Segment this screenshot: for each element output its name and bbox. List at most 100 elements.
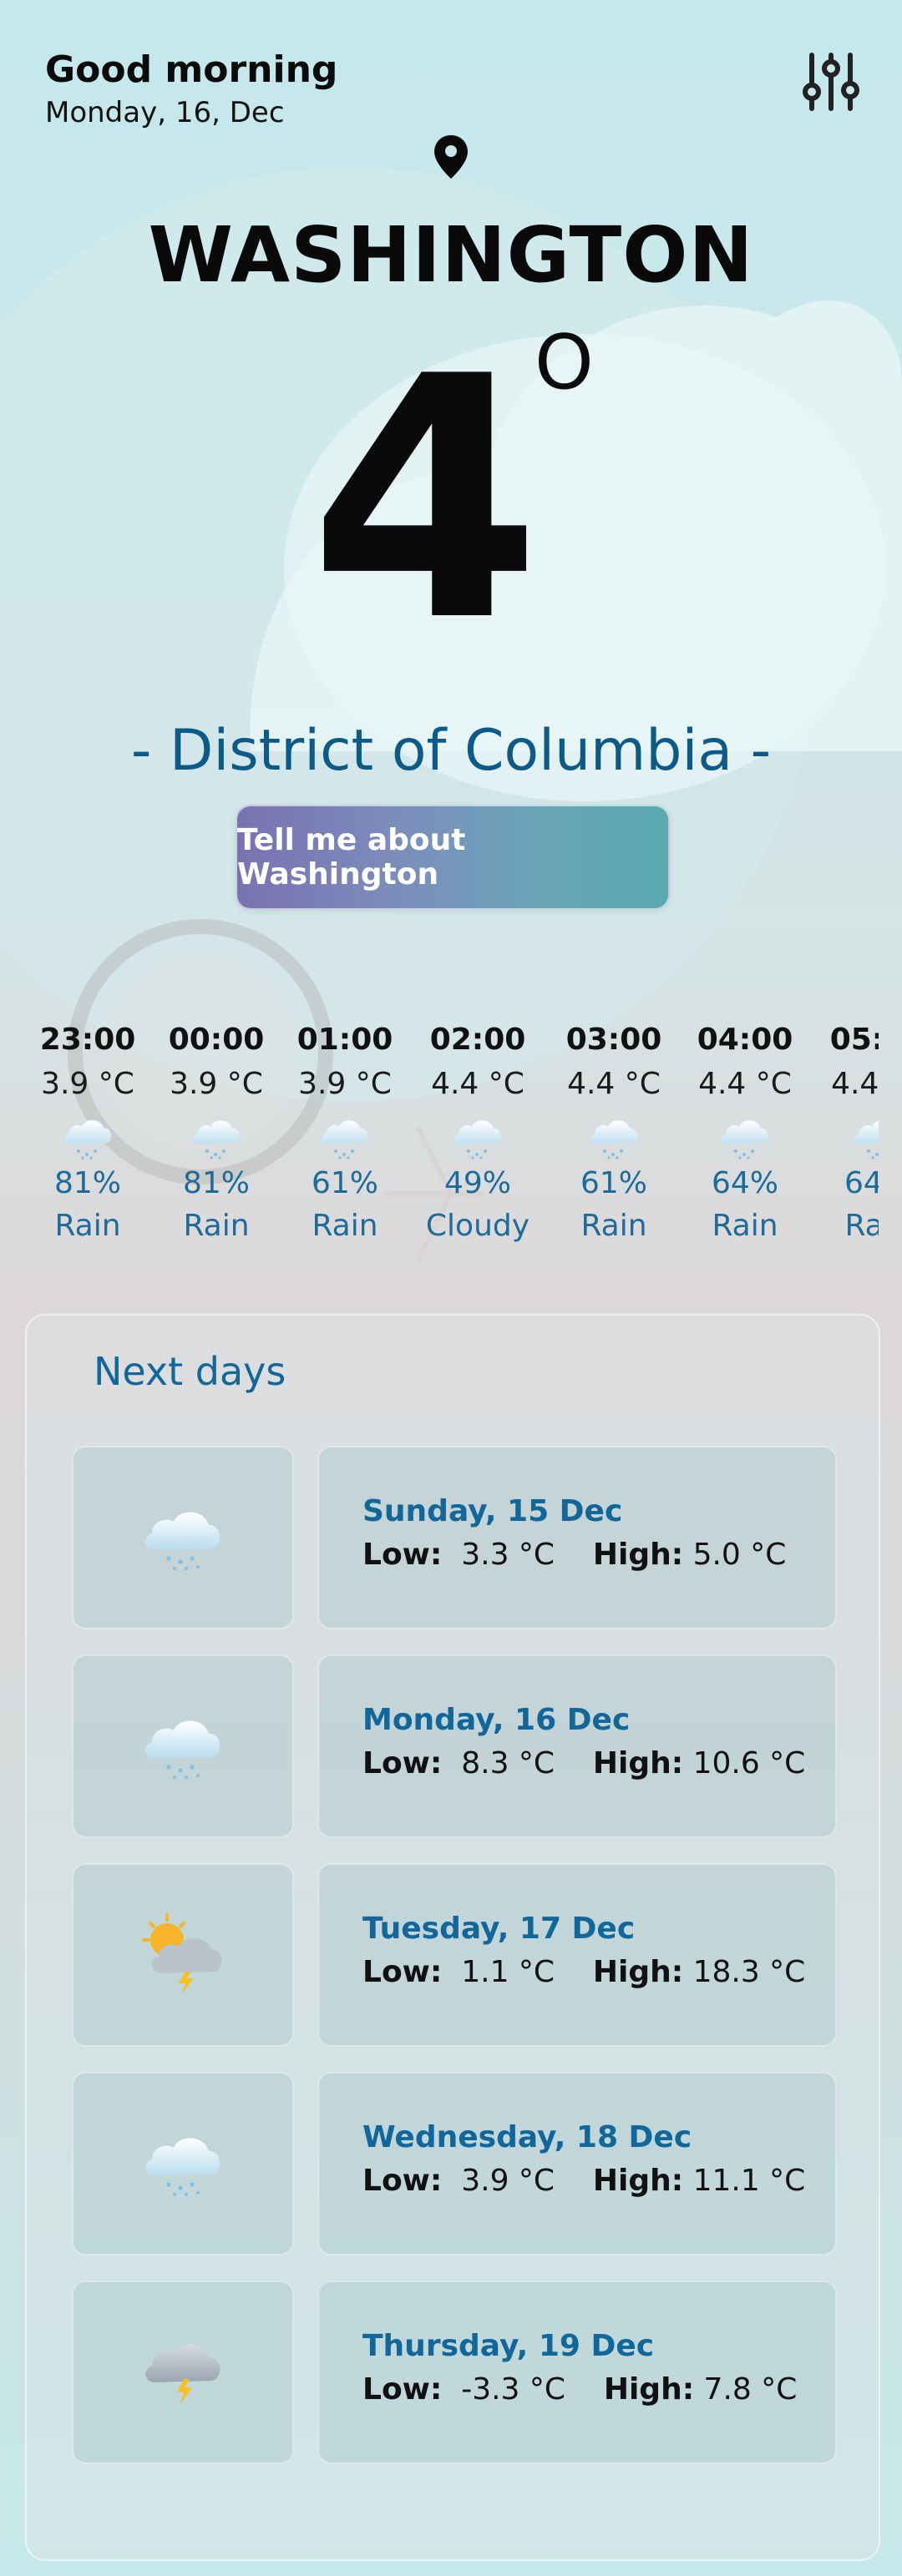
day-forecast-row[interactable]: Sunday, 15 Dec Low: 3.3 °C High: 5.0 °C <box>72 1446 837 1629</box>
city-name: WASHINGTON <box>148 210 754 300</box>
hourly-item: 04:00 4.4 °C 64% Rain <box>682 1023 808 1243</box>
day-temperatures: Low: 3.9 °C High: 11.1 °C <box>362 2164 805 2198</box>
high-value: 18.3 °C <box>692 1955 806 1989</box>
current-date: Monday, 16, Dec <box>45 96 285 129</box>
day-temperatures: Low: -3.3 °C High: 7.8 °C <box>362 2372 797 2407</box>
hourly-item: 23:00 3.9 °C 81% Rain <box>25 1023 150 1243</box>
low-label: Low: <box>362 1746 443 1780</box>
day-info-card: Tuesday, 17 Dec Low: 1.1 °C High: 18.3 °C <box>317 1863 837 2047</box>
high-value: 11.1 °C <box>692 2164 806 2198</box>
day-info-card: Wednesday, 18 Dec Low: 3.9 °C High: 11.1 … <box>317 2072 837 2255</box>
day-info-card: Monday, 16 Dec Low: 8.3 °C High: 10.6 °C <box>317 1654 837 1838</box>
thunder-cloud-icon <box>137 2329 229 2416</box>
high-label: High: <box>592 2164 684 2198</box>
hour-precipitation-chance: 64% <box>711 1166 778 1200</box>
day-name: Wednesday, 18 Dec <box>362 2120 692 2154</box>
low-label: Low: <box>362 1955 443 1989</box>
high-label: High: <box>592 1955 684 1989</box>
hour-time: 23:00 <box>39 1023 136 1057</box>
high-label: High: <box>603 2372 695 2407</box>
hour-temperature: 3.9 °C <box>298 1067 392 1101</box>
hourly-item: 00:00 3.9 °C 81% Rain <box>154 1023 279 1243</box>
hour-temperature: 3.9 °C <box>41 1067 134 1101</box>
low-value: 3.9 °C <box>461 2164 555 2198</box>
settings-sliders-button[interactable] <box>802 50 860 114</box>
day-forecast-row[interactable]: Thursday, 19 Dec Low: -3.3 °C High: 7.8 °… <box>72 2281 837 2464</box>
hour-condition: Rain <box>712 1209 778 1243</box>
hour-condition: Rain <box>183 1209 250 1243</box>
hourly-item: 03:00 4.4 °C 61% Rain <box>551 1023 676 1243</box>
hour-temperature: 4.4 °C <box>567 1067 661 1101</box>
hour-condition: Rain <box>54 1209 121 1243</box>
low-label: Low: <box>362 1538 443 1572</box>
next-days-title: Next days <box>94 1349 286 1394</box>
current-temperature: 4 <box>309 306 542 695</box>
day-icon-card <box>72 2072 294 2255</box>
rain-cloud-icon <box>58 1111 117 1161</box>
greeting-text: Good morning <box>45 48 338 91</box>
low-label: Low: <box>362 2164 443 2198</box>
hourly-item: 01:00 3.9 °C 61% Rain <box>282 1023 408 1243</box>
rain-cloud-icon <box>137 1707 229 1786</box>
day-icon-card <box>72 1863 294 2047</box>
high-value: 7.8 °C <box>703 2372 798 2407</box>
hour-time: 05:00 <box>829 1023 879 1057</box>
hour-time: 04:00 <box>697 1023 793 1057</box>
day-icon-card <box>72 2281 294 2464</box>
degree-symbol: O <box>535 319 594 407</box>
rain-cloud-icon <box>585 1111 643 1161</box>
day-icon-card <box>72 1446 294 1629</box>
day-forecast-row[interactable]: Wednesday, 18 Dec Low: 3.9 °C High: 11.1 … <box>72 2072 837 2255</box>
day-name: Sunday, 15 Dec <box>362 1494 623 1528</box>
hour-time: 02:00 <box>429 1023 526 1057</box>
day-temperatures: Low: 3.3 °C High: 5.0 °C <box>362 1538 786 1572</box>
hour-temperature: 4.4 °C <box>431 1067 524 1101</box>
hourly-forecast-strip[interactable]: 23:00 3.9 °C 81% Rain 00:00 3.9 °C 81% Rain 01:0… <box>0 1023 879 1273</box>
day-info-card: Thursday, 19 Dec Low: -3.3 °C High: 7.8 °… <box>317 2281 837 2464</box>
day-icon-card <box>72 1654 294 1838</box>
day-forecast-row[interactable]: Tuesday, 17 Dec Low: 1.1 °C High: 18.3 °C <box>72 1863 837 2047</box>
rain-cloud-icon <box>716 1111 774 1161</box>
header: Good morning Monday, 16, Dec <box>45 48 337 129</box>
sun-thunder-cloud-icon <box>137 1912 229 1998</box>
hour-time: 00:00 <box>168 1023 265 1057</box>
low-label: Low: <box>362 2372 443 2407</box>
region-name: - District of Columbia - <box>130 718 772 784</box>
hour-condition: Rain <box>844 1209 879 1243</box>
location-pin-icon <box>431 134 471 180</box>
rain-cloud-icon <box>849 1111 879 1161</box>
high-label: High: <box>592 1538 684 1572</box>
low-value: 3.3 °C <box>461 1538 555 1572</box>
hour-condition: Rain <box>580 1209 647 1243</box>
low-value: 8.3 °C <box>461 1746 555 1780</box>
high-label: High: <box>592 1746 684 1780</box>
rain-cloud-icon <box>187 1111 246 1161</box>
high-value: 5.0 °C <box>692 1538 787 1572</box>
next-days-panel: Next days Sunday, 15 Dec Low: 3.3 °C High… <box>25 1314 880 2561</box>
day-name: Monday, 16 Dec <box>362 1703 631 1737</box>
hour-time: 01:00 <box>296 1023 393 1057</box>
hour-precipitation-chance: 64% <box>844 1166 879 1200</box>
hour-temperature: 4.4 °C <box>698 1067 792 1101</box>
day-info-card: Sunday, 15 Dec Low: 3.3 °C High: 5.0 °C <box>317 1446 837 1629</box>
hour-precipitation-chance: 81% <box>182 1166 250 1200</box>
hour-precipitation-chance: 49% <box>443 1166 511 1200</box>
day-name: Tuesday, 17 Dec <box>362 1912 636 1946</box>
rain-cloud-icon <box>137 2124 229 2203</box>
hour-precipitation-chance: 81% <box>53 1166 121 1200</box>
hour-precipitation-chance: 61% <box>580 1166 647 1200</box>
hour-temperature: 4.4 °C <box>831 1067 879 1101</box>
day-temperatures: Low: 8.3 °C High: 10.6 °C <box>362 1746 805 1780</box>
hour-temperature: 3.9 °C <box>170 1067 263 1101</box>
day-name: Thursday, 19 Dec <box>362 2329 655 2363</box>
hourly-item: 02:00 4.4 °C 49% Cloudy <box>415 1023 540 1243</box>
day-forecast-row[interactable]: Monday, 16 Dec Low: 8.3 °C High: 10.6 °C <box>72 1654 837 1838</box>
hour-time: 03:00 <box>565 1023 662 1057</box>
low-value: 1.1 °C <box>461 1955 555 1989</box>
rain-cloud-icon <box>137 1498 229 1577</box>
rain-cloud-icon <box>448 1111 507 1161</box>
rain-cloud-icon <box>316 1111 374 1161</box>
tell-me-about-button[interactable]: Tell me about Washington <box>236 805 670 910</box>
hour-condition: Rain <box>312 1209 378 1243</box>
hourly-item: 05:00 4.4 °C 64% Rain <box>815 1023 879 1243</box>
